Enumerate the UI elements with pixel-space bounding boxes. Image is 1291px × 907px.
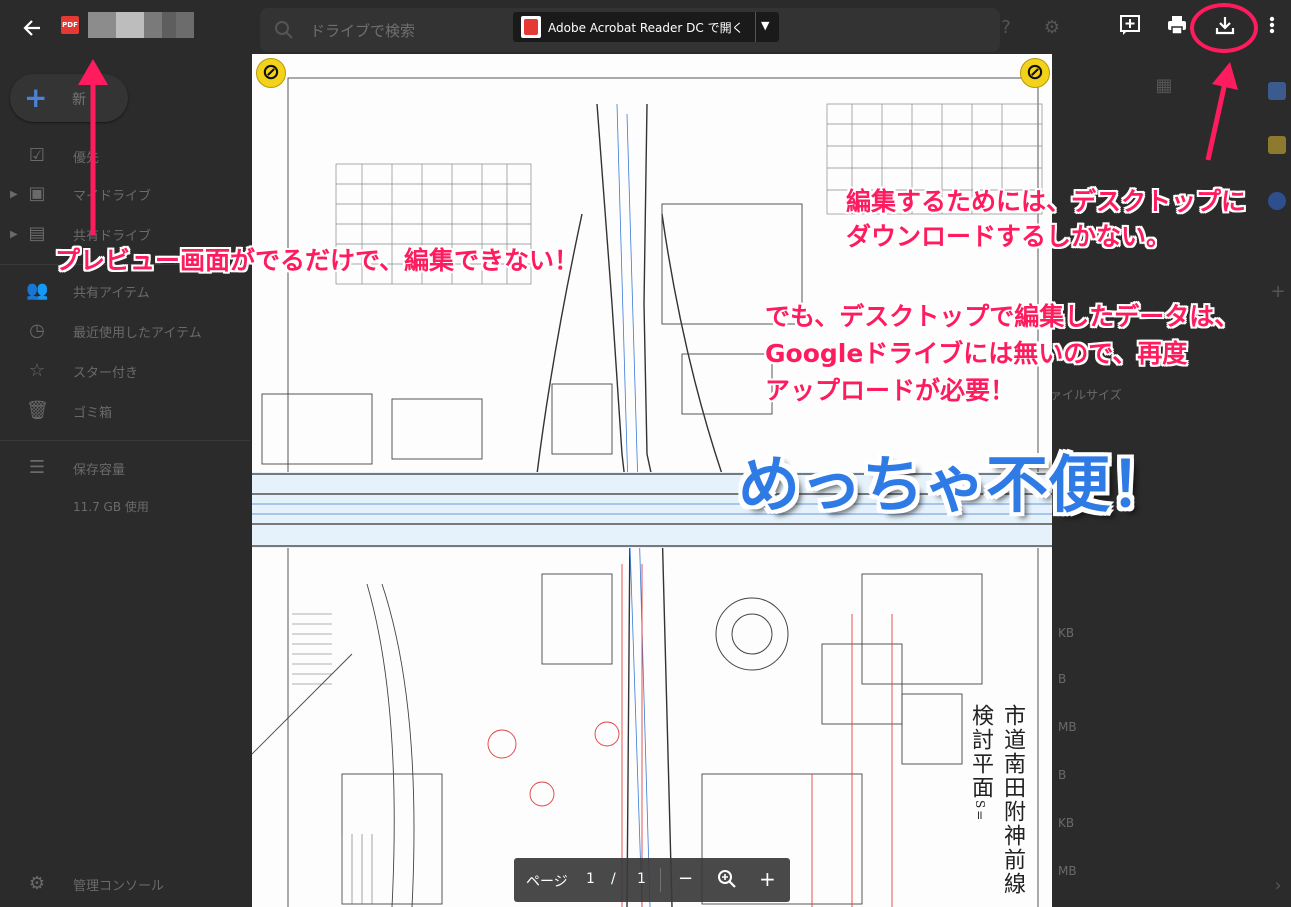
total-pages: 1 (637, 871, 646, 887)
sidebar-item-priority: ☑ 優先 (0, 136, 250, 176)
sidebar-item-label: 最近使用したアイテム (73, 325, 202, 341)
grid-view-icon: ▦ (1155, 75, 1173, 96)
sidebar-item-trash: 🗑 ゴミ箱 (0, 391, 250, 431)
tasks-icon (1268, 192, 1286, 210)
sidebar-item-my-drive: ▶ ▣ マイドライブ (0, 174, 250, 214)
file-size-cell: MB (1058, 864, 1077, 878)
current-page-input[interactable]: 1 (586, 871, 595, 887)
calendar-icon (1268, 82, 1286, 100)
open-with-button[interactable]: Adobe Acrobat Reader DC で開く ▼ (513, 12, 779, 42)
add-comment-button[interactable] (1117, 14, 1143, 40)
annotation-line: ダウンロードするしかない。 (846, 222, 1172, 251)
annotation-line: Googleドライブには無いので、再度 (765, 339, 1188, 368)
annotation-line: でも、デスクトップで編集したデータは、 (765, 302, 1240, 331)
arrow-up-annotation-right (1205, 62, 1238, 161)
check-circle-icon: ☑ (28, 145, 46, 166)
zoom-in-button[interactable]: + (759, 867, 776, 891)
back-button[interactable] (16, 12, 48, 44)
file-size-cell: B (1058, 768, 1067, 782)
expand-arrow-icon: ▶ (10, 228, 18, 240)
zoom-icon (718, 870, 736, 888)
toolbar-divider (660, 868, 661, 892)
no-edit-stamp-icon: ⊘ (1020, 58, 1050, 88)
file-size-cell: B (1058, 672, 1067, 686)
sidebar-item-label: 保存容量 (73, 462, 126, 478)
annotation-preview-only: プレビュー画面がでるだけで、編集できない！ (55, 246, 580, 275)
print-icon (1168, 16, 1186, 35)
drawing-title: 市道南田附神前線検討平面S= (968, 704, 1028, 907)
storage-used-text: 11.7 GB 使用 (73, 500, 149, 514)
file-size-cell: MB (1058, 720, 1077, 734)
add-comment-icon (1120, 15, 1140, 35)
annotation-reupload-required: でも、デスクトップで編集したデータは、 Googleドライブには無いので、再度 … (765, 298, 1239, 409)
trash-icon: 🗑 (26, 400, 49, 421)
sidebar-item-label: 管理コンソール (73, 878, 165, 894)
annotation-very-inconvenient: めっちゃ不便！ (738, 448, 1173, 521)
sidebar-item-storage: ☰ 保存容量 (0, 448, 250, 488)
acrobat-icon (521, 16, 541, 38)
expand-arrow-icon: ▶ (10, 188, 18, 200)
arrow-up-annotation-left (78, 59, 108, 235)
more-vert-icon (1269, 16, 1275, 34)
zoom-button[interactable] (717, 869, 737, 893)
zoom-out-button[interactable]: − (678, 868, 693, 889)
sidebar-item-shared: 👥 共有アイテム (0, 271, 250, 311)
chevron-down-icon[interactable]: ▼ (761, 19, 769, 32)
star-icon: ☆ (28, 360, 46, 381)
print-button[interactable] (1164, 14, 1190, 40)
annotation-line: 編集するためには、デスクトップに (846, 187, 1247, 216)
sidebar-item-recent: ◷ 最近使用したアイテム (0, 311, 250, 351)
keep-icon (1268, 136, 1286, 154)
page-label: ページ (526, 874, 568, 890)
sidebar-item-label: スター付き (73, 365, 139, 381)
annotation-line: アップロードが必要！ (765, 376, 1016, 405)
admin-icon: ⚙ (28, 873, 46, 894)
preview-topbar: PDF Adobe Acrobat Reader DC で開く ▼ (0, 0, 1291, 56)
no-edit-stamp-icon: ⊘ (256, 58, 286, 88)
download-highlight-circle (1190, 3, 1258, 53)
sidebar-item-label: ゴミ箱 (73, 405, 113, 421)
file-name-redacted (88, 12, 194, 38)
pdf-file-icon: PDF (61, 16, 79, 34)
page-separator: / (611, 871, 616, 887)
sidebar-item-admin: ⚙ 管理コンソール (0, 864, 250, 904)
open-with-divider (755, 12, 756, 42)
open-with-label: Adobe Acrobat Reader DC で開く (548, 20, 744, 35)
page-toolbar: ページ 1 / 1 − + (514, 858, 790, 902)
more-options-button[interactable] (1262, 14, 1282, 40)
drawing-scale-label: S= (973, 800, 987, 823)
sidebar-item-starred: ☆ スター付き (0, 351, 250, 391)
expand-panel-icon: › (1274, 875, 1282, 896)
drive-icon: ▣ (28, 183, 46, 204)
add-addon-icon: + (1270, 281, 1286, 302)
shared-drive-icon: ▤ (28, 223, 46, 244)
sidebar-item-label: 共有アイテム (73, 285, 150, 301)
people-icon: 👥 (26, 280, 49, 301)
plus-icon: + (24, 81, 48, 114)
file-size-cell: KB (1058, 626, 1075, 640)
file-size-cell: KB (1058, 816, 1075, 830)
annotation-download-required: 編集するためには、デスクトップに ダウンロードするしかない。 (846, 184, 1246, 254)
storage-icon: ☰ (28, 457, 46, 478)
arrow-left-icon (23, 20, 40, 36)
clock-icon: ◷ (29, 320, 45, 341)
sidebar-divider (0, 440, 250, 441)
